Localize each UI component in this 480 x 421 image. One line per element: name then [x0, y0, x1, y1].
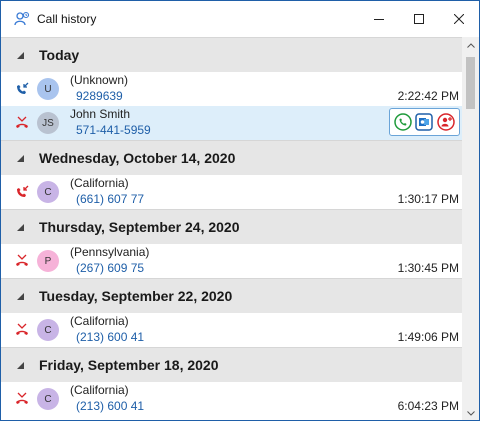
caller-name: (California) [70, 383, 129, 397]
caller-number[interactable]: (213) 600 41 [76, 330, 144, 344]
group-header-label: Friday, September 18, 2020 [39, 357, 219, 373]
avatar: U [37, 78, 59, 100]
incoming-call-icon [15, 185, 29, 199]
scroll-down-arrow-icon[interactable] [462, 405, 479, 420]
missed-call-icon [15, 392, 29, 406]
minimize-icon [374, 19, 384, 20]
incoming-call-icon [15, 82, 29, 96]
avatar: C [37, 181, 59, 203]
caller-number[interactable]: (267) 609 75 [76, 261, 144, 275]
call-icon[interactable] [393, 112, 413, 132]
caller-name: John Smith [70, 107, 131, 121]
collapse-triangle-icon[interactable] [17, 292, 27, 300]
caller-name: (California) [70, 314, 129, 328]
collapse-triangle-icon[interactable] [17, 154, 27, 162]
caller-number[interactable]: 9289639 [76, 89, 123, 103]
group-header-date[interactable]: Thursday, September 24, 2020 [1, 209, 463, 244]
group-header-label: Thursday, September 24, 2020 [39, 219, 240, 235]
window-title: Call history [37, 12, 97, 26]
row-actions [389, 108, 460, 136]
outlook-icon[interactable] [414, 112, 434, 132]
caller-number[interactable]: (213) 600 41 [76, 399, 144, 413]
maximize-icon [414, 14, 424, 24]
maximize-button[interactable] [399, 1, 439, 37]
caller-number[interactable]: (661) 607 77 [76, 192, 144, 206]
call-time: 2:22:42 PM [397, 89, 459, 103]
caller-name: (Pennsylvania) [70, 245, 150, 259]
call-row[interactable]: C (California) (213) 600 41 1:49:06 PM [1, 313, 463, 347]
missed-call-icon [15, 116, 29, 130]
caller-number[interactable]: 571-441-5959 [76, 123, 151, 137]
collapse-triangle-icon[interactable] [17, 361, 27, 369]
call-row[interactable]: C (California) (213) 600 41 6:04:23 PM [1, 382, 463, 416]
call-row[interactable]: U (Unknown) 9289639 2:22:42 PM [1, 72, 463, 106]
group-header-label: Wednesday, October 14, 2020 [39, 150, 236, 166]
avatar: C [37, 319, 59, 341]
call-time: 6:04:23 PM [397, 399, 459, 413]
avatar: JS [37, 112, 59, 134]
call-time: 1:49:06 PM [397, 330, 459, 344]
call-time: 1:30:45 PM [397, 261, 459, 275]
call-list[interactable]: Today U (Unknown) 9289639 2:22:42 PM JS [1, 37, 463, 420]
group-header-label: Today [39, 47, 80, 63]
group-header-date[interactable]: Wednesday, October 14, 2020 [1, 140, 463, 175]
group-header-date[interactable]: Tuesday, September 22, 2020 [1, 278, 463, 313]
collapse-triangle-icon[interactable] [17, 51, 27, 59]
collapse-triangle-icon[interactable] [17, 223, 27, 231]
call-time: 1:30:17 PM [397, 192, 459, 206]
avatar: P [37, 250, 59, 272]
call-row-selected[interactable]: JS John Smith 571-441-5959 [1, 106, 463, 140]
minimize-button[interactable] [359, 1, 399, 37]
scroll-up-arrow-icon[interactable] [462, 37, 479, 53]
close-button[interactable] [439, 1, 479, 37]
caller-name: (Unknown) [70, 73, 129, 87]
close-icon [454, 14, 464, 24]
vertical-scrollbar[interactable] [462, 37, 479, 420]
call-row[interactable]: P (Pennsylvania) (267) 609 75 1:30:45 PM [1, 244, 463, 278]
avatar: C [37, 388, 59, 410]
group-header-date[interactable]: Friday, September 18, 2020 [1, 347, 463, 382]
scrollbar-thumb[interactable] [466, 57, 475, 109]
group-header-label: Tuesday, September 22, 2020 [39, 288, 233, 304]
call-history-window: Call history Today U (Unknown) 9289639 2… [0, 0, 480, 421]
caller-name: (California) [70, 176, 129, 190]
missed-call-icon [15, 323, 29, 337]
group-header-today[interactable]: Today [1, 37, 463, 72]
title-bar[interactable]: Call history [1, 1, 479, 37]
call-history-app-icon [13, 10, 31, 28]
call-row[interactable]: C (California) (661) 607 77 1:30:17 PM [1, 175, 463, 209]
add-contact-icon[interactable] [436, 112, 456, 132]
missed-call-icon [15, 254, 29, 268]
